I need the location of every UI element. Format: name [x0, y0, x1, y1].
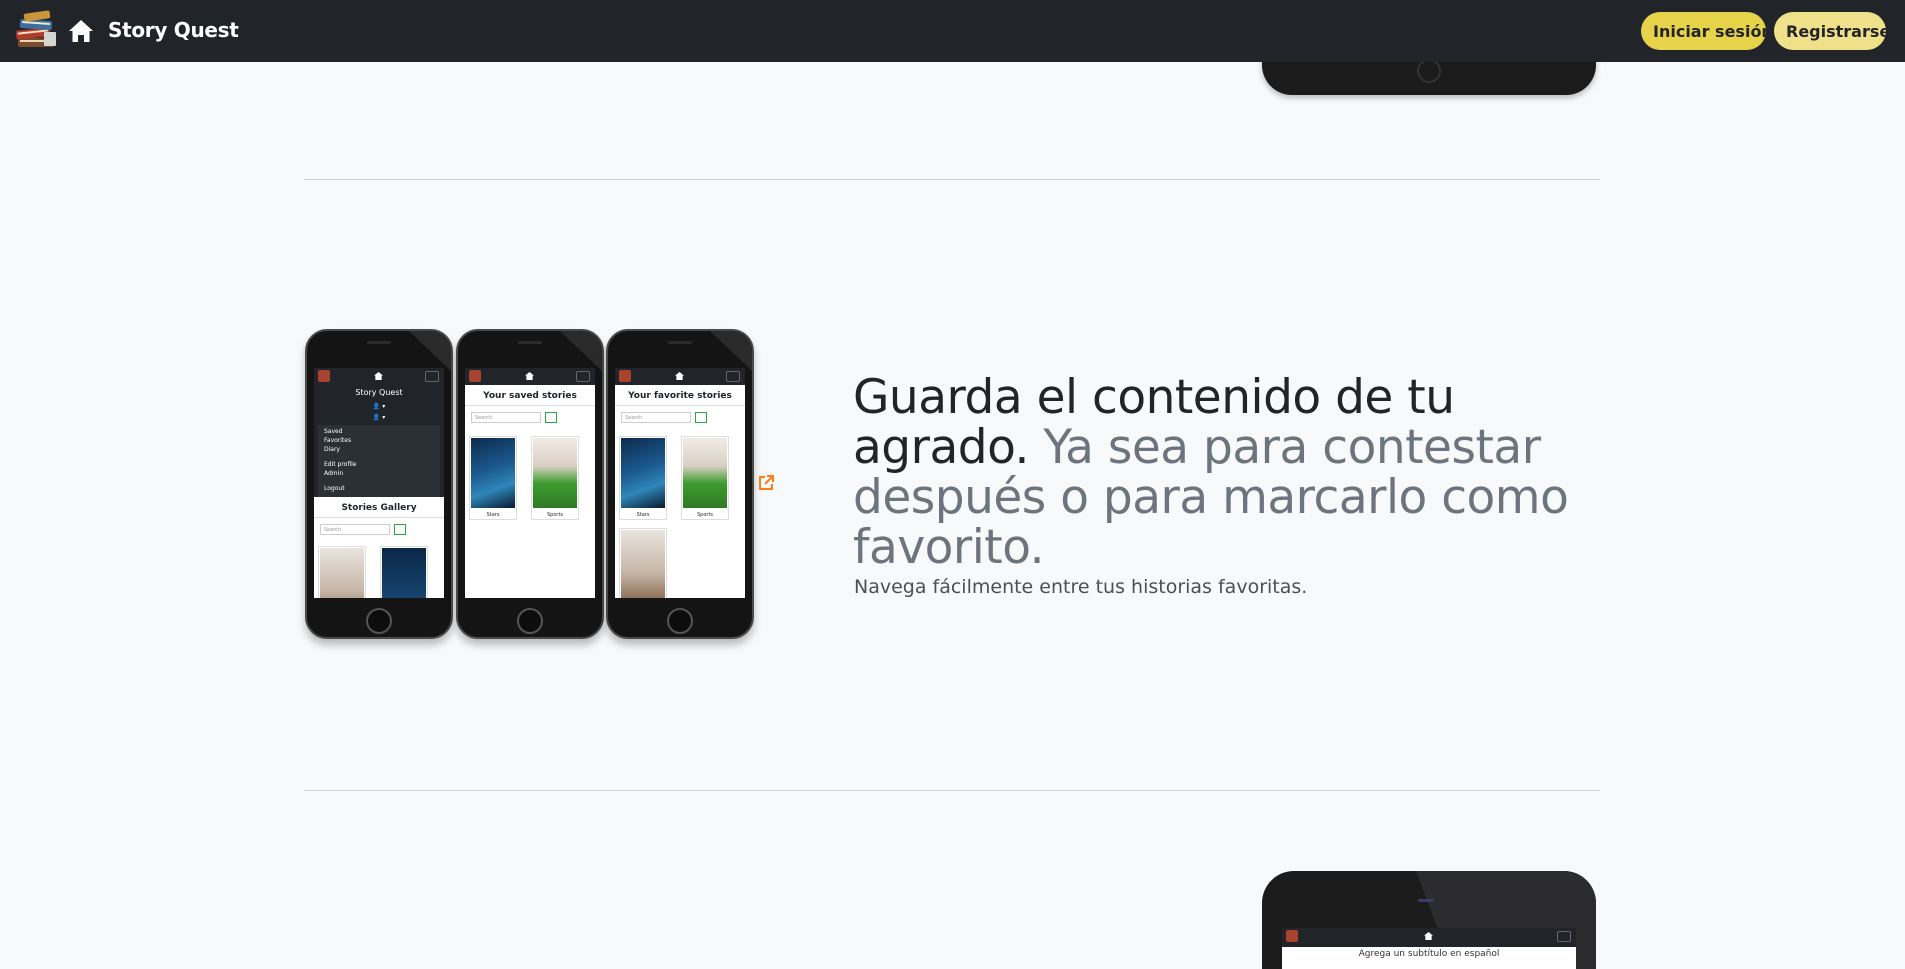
phone-favorites: Your favorite stories Search Stars Sport… [606, 329, 754, 639]
phone-home-button [366, 608, 392, 634]
story-image [471, 438, 515, 508]
device-camera [1418, 899, 1434, 902]
phone-saved: Your saved stories Search Stars Sports [456, 329, 604, 639]
story-card: Sports [531, 436, 579, 520]
story-image [382, 548, 426, 598]
story-caption: Stars [486, 512, 500, 518]
hamburger-icon [576, 371, 590, 382]
mini-logo-icon [1286, 930, 1298, 942]
menu-item-admin: Admin [324, 470, 344, 477]
mini-home-icon [1424, 932, 1433, 940]
login-button[interactable]: Iniciar sesión [1641, 12, 1773, 50]
navbar: Story Quest Iniciar sesión Registrarse [0, 0, 1905, 62]
phone-speaker [367, 341, 391, 344]
phone-menu: Story Quest 👤 ▾ 👤 ▾ Saved Favorites Diar… [305, 329, 453, 639]
hamburger-icon [1557, 931, 1571, 942]
feature-lead: Navega fácilmente entre tus historias fa… [854, 576, 1308, 598]
saved-title: Your saved stories [465, 385, 595, 406]
mini-logo-icon [619, 370, 631, 382]
device-screen: Agrega un subtítulo en español [1282, 928, 1576, 969]
phone-screen: Your favorite stories Search Stars Sport… [615, 368, 745, 598]
mini-search-button [545, 412, 557, 423]
menu-item-diary: Diary [324, 446, 340, 453]
mini-search-input: Search [621, 412, 691, 423]
story-card: Sports [681, 436, 729, 520]
menu-profile-toggle: 👤 ▾ [372, 414, 386, 421]
story-image [533, 438, 577, 508]
mini-search: Search [465, 410, 595, 428]
feature-heading: Guarda el contenido de tu agrado. Ya sea… [853, 373, 1593, 573]
story-card: Stars [619, 436, 667, 520]
mini-search-button [394, 524, 406, 535]
mini-search-button [695, 412, 707, 423]
gallery-title: Stories Gallery [314, 497, 444, 518]
story-card [318, 546, 366, 598]
hamburger-icon [726, 371, 740, 382]
story-card: Stars [469, 436, 517, 520]
books-logo-icon[interactable] [14, 10, 60, 52]
story-card [380, 546, 428, 598]
story-image [621, 530, 665, 598]
mini-navbar [615, 368, 745, 385]
register-button[interactable]: Registrarse [1774, 12, 1890, 50]
phone-speaker [518, 341, 542, 344]
phone-home-button [517, 608, 543, 634]
menu-user-toggle: 👤 ▾ [372, 403, 386, 410]
phone-home-button [667, 608, 693, 634]
story-image [621, 438, 665, 508]
favorites-title: Your favorite stories [615, 385, 745, 406]
phones-mockup: Story Quest 👤 ▾ 👤 ▾ Saved Favorites Diar… [305, 329, 755, 639]
menu-item-edit-profile: Edit profile [324, 461, 357, 468]
mini-navbar [465, 368, 595, 385]
section-divider [304, 790, 1600, 791]
story-caption: Sports [696, 512, 714, 518]
external-link-icon[interactable] [757, 474, 775, 492]
mini-home-icon [675, 372, 684, 380]
mini-search: Search [314, 522, 444, 540]
menu-item-saved: Saved [324, 428, 343, 435]
mini-search-input: Search [320, 524, 390, 535]
mini-search: Search [615, 410, 745, 428]
phone-screen: Your saved stories Search Stars Sports [465, 368, 595, 598]
mini-navbar [314, 368, 444, 385]
menu-profile-caret: ▾ [382, 414, 386, 421]
story-caption: Sports [546, 512, 564, 518]
device-home-button [1417, 59, 1441, 83]
mobile-menu: Story Quest 👤 ▾ 👤 ▾ Saved Favorites Diar… [314, 385, 444, 497]
story-caption: Stars [636, 512, 650, 518]
phone-screen: Story Quest 👤 ▾ 👤 ▾ Saved Favorites Diar… [314, 368, 444, 598]
menu-brand: Story Quest [355, 388, 403, 397]
mini-home-icon [525, 372, 534, 380]
section-divider [304, 179, 1600, 180]
menu-item-logout: Logout [324, 485, 345, 492]
story-image [320, 548, 364, 598]
menu-item-favorites: Favorites [324, 437, 352, 444]
brand-name[interactable]: Story Quest [108, 18, 239, 42]
story-image [683, 438, 727, 508]
home-icon[interactable] [68, 19, 94, 43]
next-device-mockup: Agrega un subtítulo en español [1262, 871, 1596, 969]
mini-logo-icon [318, 370, 330, 382]
mini-navbar [1282, 928, 1576, 947]
subtitle-prompt: Agrega un subtítulo en español [1358, 949, 1500, 959]
mini-home-icon [374, 372, 383, 380]
hamburger-icon [425, 371, 439, 382]
story-card [619, 528, 667, 598]
mini-search-input: Search [471, 412, 541, 423]
mini-logo-icon [469, 370, 481, 382]
phone-speaker [668, 341, 692, 344]
menu-user-caret: ▾ [382, 403, 386, 410]
